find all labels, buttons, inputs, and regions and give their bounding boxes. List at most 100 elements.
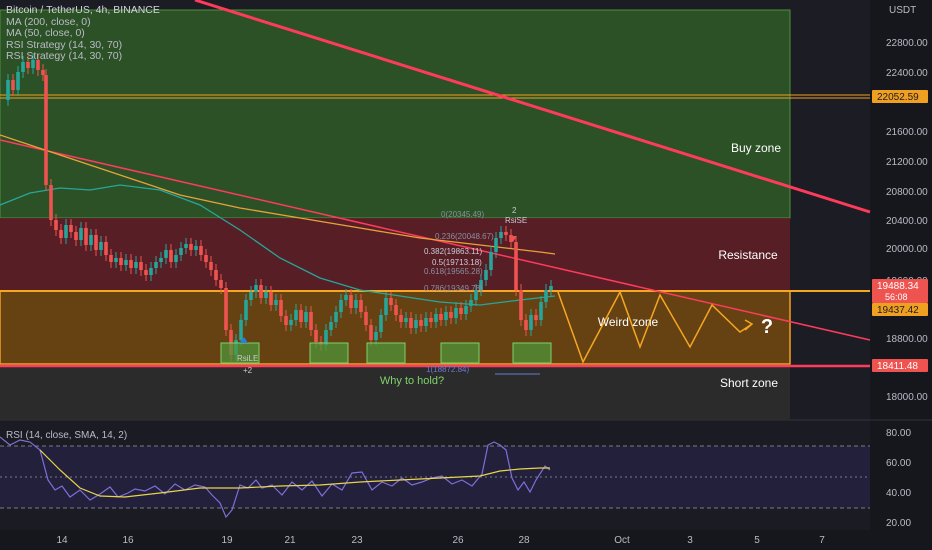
- signal-box[interactable]: [440, 342, 480, 364]
- candle-body[interactable]: [394, 305, 398, 315]
- candle-body[interactable]: [214, 270, 218, 280]
- candle-body[interactable]: [314, 330, 318, 342]
- candle-body[interactable]: [484, 270, 488, 280]
- candle-body[interactable]: [11, 80, 15, 90]
- symbol-title[interactable]: Bitcoin / TetherUS, 4h, BINANCE: [6, 4, 160, 17]
- candle-body[interactable]: [334, 312, 338, 322]
- candle-body[interactable]: [69, 225, 73, 232]
- candle-body[interactable]: [424, 318, 428, 326]
- candle-body[interactable]: [54, 220, 58, 230]
- candle-body[interactable]: [549, 286, 553, 290]
- candle-body[interactable]: [524, 320, 528, 330]
- chart-canvas[interactable]: 0(20345.49) 0.236(20048.67) 0.382(19863.…: [0, 0, 932, 550]
- candle-body[interactable]: [444, 312, 448, 320]
- candle-body[interactable]: [454, 308, 458, 318]
- candle-body[interactable]: [49, 185, 53, 220]
- candle-body[interactable]: [279, 300, 283, 316]
- candle-body[interactable]: [349, 295, 353, 308]
- candle-body[interactable]: [399, 315, 403, 322]
- candle-body[interactable]: [26, 62, 30, 68]
- candle-body[interactable]: [434, 314, 438, 322]
- candle-body[interactable]: [6, 80, 10, 100]
- candle-body[interactable]: [194, 246, 198, 250]
- candle-body[interactable]: [494, 238, 498, 252]
- candle-body[interactable]: [269, 292, 273, 305]
- candle-body[interactable]: [374, 332, 378, 340]
- candle-body[interactable]: [64, 225, 68, 238]
- candle-body[interactable]: [339, 300, 343, 312]
- candle-body[interactable]: [189, 244, 193, 250]
- candle-body[interactable]: [41, 70, 45, 75]
- candle-body[interactable]: [359, 300, 363, 312]
- signal-box[interactable]: [512, 342, 552, 364]
- candle-body[interactable]: [114, 258, 118, 262]
- candle-body[interactable]: [21, 62, 25, 72]
- candle-body[interactable]: [239, 320, 243, 340]
- candle-body[interactable]: [344, 295, 348, 300]
- candle-body[interactable]: [109, 255, 113, 262]
- candle-body[interactable]: [274, 300, 278, 305]
- candle-body[interactable]: [174, 255, 178, 262]
- candle-body[interactable]: [149, 268, 153, 275]
- candle-body[interactable]: [449, 312, 453, 318]
- candle-body[interactable]: [254, 285, 258, 292]
- candle-body[interactable]: [534, 315, 538, 320]
- candle-body[interactable]: [59, 230, 63, 238]
- candle-body[interactable]: [489, 252, 493, 270]
- candle-body[interactable]: [504, 232, 508, 235]
- candle-body[interactable]: [419, 320, 423, 326]
- candle-body[interactable]: [124, 260, 128, 265]
- candle-body[interactable]: [159, 258, 163, 262]
- candle-body[interactable]: [259, 285, 263, 298]
- candle-body[interactable]: [379, 315, 383, 332]
- candle-body[interactable]: [204, 255, 208, 262]
- candle-body[interactable]: [244, 300, 248, 320]
- candle-body[interactable]: [44, 75, 48, 185]
- candle-body[interactable]: [544, 290, 548, 302]
- candle-body[interactable]: [529, 315, 533, 330]
- candle-body[interactable]: [439, 314, 443, 320]
- candle-body[interactable]: [414, 320, 418, 328]
- signal-box[interactable]: [309, 342, 349, 364]
- legend-ma-50[interactable]: MA (50, close, 0): [6, 27, 160, 40]
- candle-body[interactable]: [299, 310, 303, 322]
- candle-body[interactable]: [99, 242, 103, 250]
- candle-body[interactable]: [459, 308, 463, 314]
- candle-body[interactable]: [309, 312, 313, 330]
- candle-body[interactable]: [264, 292, 268, 298]
- candle-body[interactable]: [164, 250, 168, 258]
- candle-body[interactable]: [294, 310, 298, 320]
- candle-body[interactable]: [409, 318, 413, 328]
- candle-body[interactable]: [169, 250, 173, 262]
- candle-body[interactable]: [209, 262, 213, 270]
- candle-body[interactable]: [519, 290, 523, 320]
- candle-body[interactable]: [514, 242, 518, 290]
- candle-body[interactable]: [404, 318, 408, 322]
- signal-box[interactable]: [366, 342, 406, 364]
- candle-body[interactable]: [89, 235, 93, 245]
- legend-rsi-strategy-2[interactable]: RSI Strategy (14, 30, 70): [6, 50, 160, 63]
- candle-body[interactable]: [429, 318, 433, 322]
- candle-body[interactable]: [224, 288, 228, 330]
- candle-body[interactable]: [249, 292, 253, 300]
- candle-body[interactable]: [129, 260, 133, 268]
- candle-body[interactable]: [364, 312, 368, 325]
- candle-body[interactable]: [16, 72, 20, 90]
- rsi-legend[interactable]: RSI (14, close, SMA, 14, 2): [6, 430, 127, 441]
- candle-body[interactable]: [94, 235, 98, 250]
- candle-body[interactable]: [199, 246, 203, 255]
- candle-body[interactable]: [284, 316, 288, 325]
- candle-body[interactable]: [79, 228, 83, 240]
- candle-body[interactable]: [154, 262, 158, 268]
- candle-body[interactable]: [499, 232, 503, 238]
- candle-body[interactable]: [304, 312, 308, 322]
- candle-body[interactable]: [184, 244, 188, 248]
- candle-body[interactable]: [144, 270, 148, 275]
- candle-body[interactable]: [384, 298, 388, 315]
- candle-body[interactable]: [219, 280, 223, 288]
- candle-body[interactable]: [464, 306, 468, 314]
- candle-body[interactable]: [539, 302, 543, 320]
- candle-body[interactable]: [104, 242, 108, 255]
- candle-body[interactable]: [329, 322, 333, 330]
- candle-body[interactable]: [289, 320, 293, 325]
